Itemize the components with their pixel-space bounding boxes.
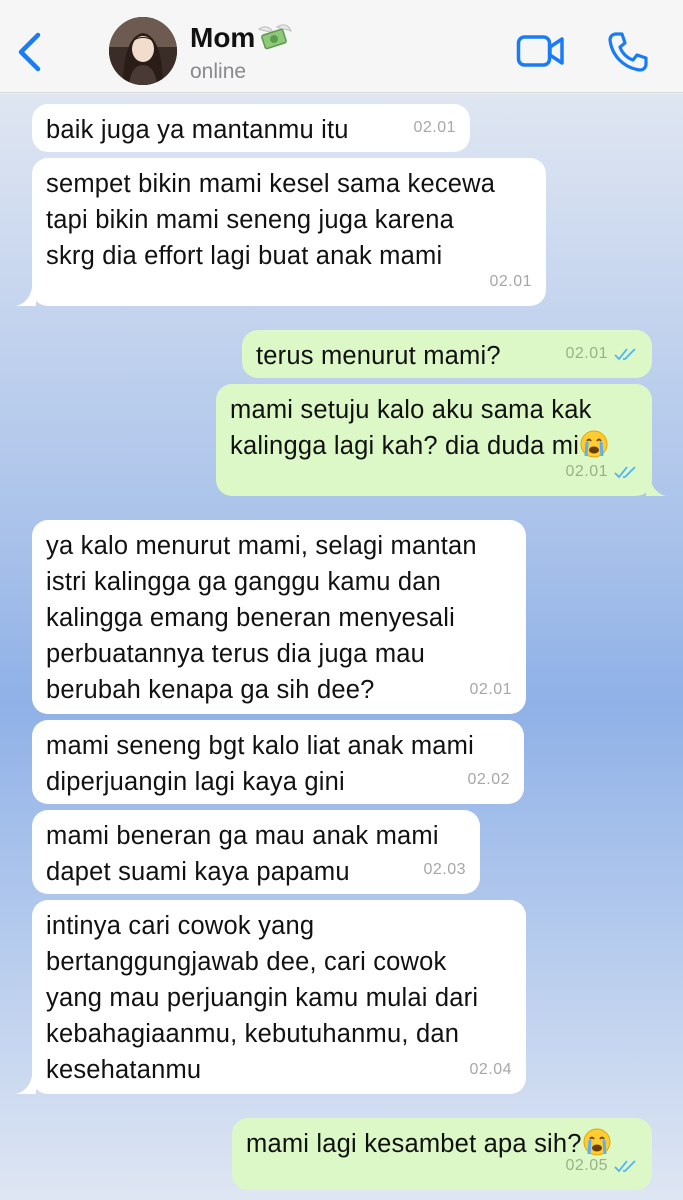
message-time: 02.05 (565, 1148, 638, 1184)
message-bubble-incoming[interactable]: mami beneran ga mau anak mami dapet suam… (32, 810, 480, 894)
voice-call-button[interactable] (606, 30, 650, 74)
message-bubble-outgoing[interactable]: mami setuju kalo aku sama kak kalingga l… (216, 384, 652, 496)
message-time: 02.03 (423, 861, 466, 878)
message-list[interactable]: baik juga ya mantanmu itu 02.01 sempet b… (0, 94, 683, 1200)
avatar[interactable] (109, 17, 177, 85)
avatar-image (109, 17, 177, 85)
message-time: 02.01 (565, 336, 638, 372)
bubble-tail (16, 1076, 36, 1094)
video-call-button[interactable] (516, 32, 566, 70)
chat-header: Mom online (0, 0, 683, 93)
message-time: 02.01 (413, 119, 456, 136)
contact-name-text: Mom (190, 22, 256, 53)
message-time: 02.02 (467, 771, 510, 788)
message-bubble-outgoing[interactable]: mami lagi kesambet apa sih? 02.05 (232, 1118, 652, 1190)
message-bubble-incoming[interactable]: baik juga ya mantanmu itu 02.01 (32, 104, 470, 152)
read-receipt-icon (614, 1160, 636, 1173)
contact-name[interactable]: Mom (190, 22, 293, 54)
message-time: 02.01 (469, 681, 512, 698)
message-text: sempet bikin mami kesel sama kecewa tapi… (46, 170, 496, 270)
money-with-wings-icon (258, 24, 293, 50)
contact-status: online (190, 60, 247, 83)
read-receipt-icon (614, 466, 636, 479)
message-bubble-incoming[interactable]: intinya cari cowok yang bertanggungjawab… (32, 900, 526, 1094)
message-text: mami beneran ga mau anak mami dapet suam… (46, 822, 439, 886)
message-bubble-incoming[interactable]: ya kalo menurut mami, selagi mantan istr… (32, 520, 526, 714)
message-text: ya kalo menurut mami, selagi mantan istr… (46, 532, 477, 704)
message-bubble-outgoing[interactable]: terus menurut mami? 02.01 (242, 330, 652, 378)
message-time: 02.01 (489, 273, 532, 290)
message-text: baik juga ya mantanmu itu (46, 116, 349, 144)
message-bubble-incoming[interactable]: sempet bikin mami kesel sama kecewa tapi… (32, 158, 546, 306)
message-text: mami seneng bgt kalo liat anak mami dipe… (46, 732, 474, 796)
message-time: 02.04 (469, 1061, 512, 1078)
chevron-left-icon (18, 32, 41, 72)
video-camera-icon (516, 35, 564, 67)
bubble-tail (646, 478, 666, 496)
read-receipt-icon (614, 348, 636, 361)
bubble-tail (16, 288, 36, 306)
phone-icon (608, 32, 648, 72)
message-text: intinya cari cowok yang bertanggungjawab… (46, 912, 479, 1084)
message-time: 02.01 (565, 454, 638, 490)
back-button[interactable] (12, 30, 46, 74)
message-bubble-incoming[interactable]: mami seneng bgt kalo liat anak mami dipe… (32, 720, 524, 804)
